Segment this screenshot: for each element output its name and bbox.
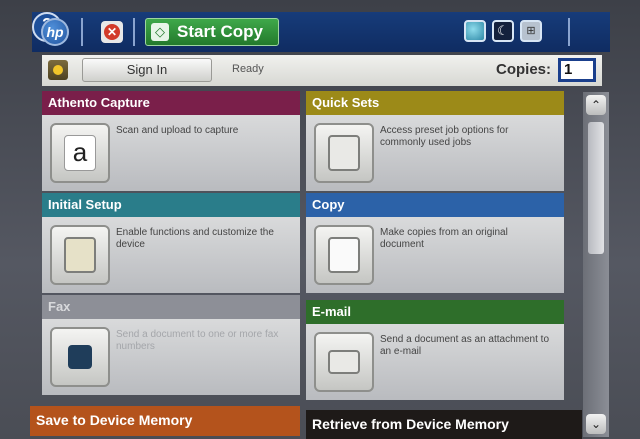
copies-input[interactable]: 1 (558, 58, 596, 82)
divider (81, 18, 83, 46)
clipboard-icon (314, 123, 374, 183)
tile-title: Save to Device Memory (30, 406, 300, 436)
stop-icon: ✕ (104, 24, 120, 40)
tile-quick-sets[interactable]: Quick Sets Access preset job options for… (306, 91, 564, 191)
tile-email[interactable]: E-mail Send a document as an attachment … (306, 300, 564, 400)
tile-body: a Scan and upload to capture (42, 115, 300, 191)
scrollbar-thumb[interactable] (588, 122, 604, 254)
divider (133, 18, 135, 46)
home-button[interactable] (48, 60, 68, 80)
tile-initial-setup[interactable]: Initial Setup Enable functions and custo… (42, 193, 300, 293)
tile-fax[interactable]: Fax Send a document to one or more fax n… (42, 295, 300, 395)
tile-description: Access preset job options for commonly u… (380, 125, 509, 148)
tile-copy[interactable]: Copy Make copies from an original docume… (306, 193, 564, 293)
start-copy-button[interactable]: ◇ Start Copy (145, 18, 279, 46)
sleep-moon-icon[interactable]: ☾ (492, 20, 514, 42)
start-diamond-icon: ◇ (151, 23, 169, 41)
tile-title: Fax (42, 295, 300, 319)
tile-title: Athento Capture (42, 91, 300, 115)
tile-description: Make copies from an original document (380, 227, 508, 250)
tile-description: Scan and upload to capture (116, 125, 239, 136)
clipboard-setup-icon (50, 225, 110, 285)
copies-label: Copies: (496, 61, 552, 78)
tile-title: Retrieve from Device Memory (306, 410, 582, 439)
divider (568, 18, 570, 46)
tile-body: Make copies from an original document (306, 217, 564, 293)
scroll-up-button[interactable]: ⌃ (586, 95, 606, 115)
tile-title: E-mail (306, 300, 564, 324)
language-globe-icon[interactable] (464, 20, 486, 42)
envelope-icon (314, 332, 374, 392)
home-icon (53, 65, 63, 75)
tile-body: Send a document as an attachment to an e… (306, 324, 564, 400)
start-copy-label: Start Copy (177, 22, 263, 41)
tile-athento-capture[interactable]: Athento Capture a Scan and upload to cap… (42, 91, 300, 191)
tile-retrieve-from-device-memory[interactable]: Retrieve from Device Memory (306, 410, 582, 439)
tile-save-to-device-memory[interactable]: Save to Device Memory (30, 406, 300, 436)
tile-title: Quick Sets (306, 91, 564, 115)
tile-title: Copy (306, 193, 564, 217)
tile-body: Enable functions and customize the devic… (42, 217, 300, 293)
tile-description: Send a document as an attachment to an e… (380, 334, 549, 357)
stop-button[interactable]: ✕ (101, 21, 123, 43)
scroll-down-button[interactable]: ⌄ (586, 414, 606, 434)
tile-description: Enable functions and customize the devic… (116, 227, 274, 250)
tile-body: Send a document to one or more fax numbe… (42, 319, 300, 395)
tile-description: Send a document to one or more fax numbe… (116, 329, 279, 352)
tile-title: Initial Setup (42, 193, 300, 217)
copy-pages-icon (314, 225, 374, 285)
fax-icon (50, 327, 110, 387)
hp-logo: hp (41, 18, 69, 46)
top-bar: hp ✕ ◇ Start Copy ☾ ⊞ ? (32, 12, 610, 52)
status-text: Ready (232, 63, 264, 75)
tile-body: Access preset job options for commonly u… (306, 115, 564, 191)
athento-logo-icon: a (50, 123, 110, 183)
sign-in-button[interactable]: Sign In (82, 58, 212, 82)
status-bar: Sign In Ready Copies: 1 (42, 55, 602, 86)
network-icon[interactable]: ⊞ (520, 20, 542, 42)
